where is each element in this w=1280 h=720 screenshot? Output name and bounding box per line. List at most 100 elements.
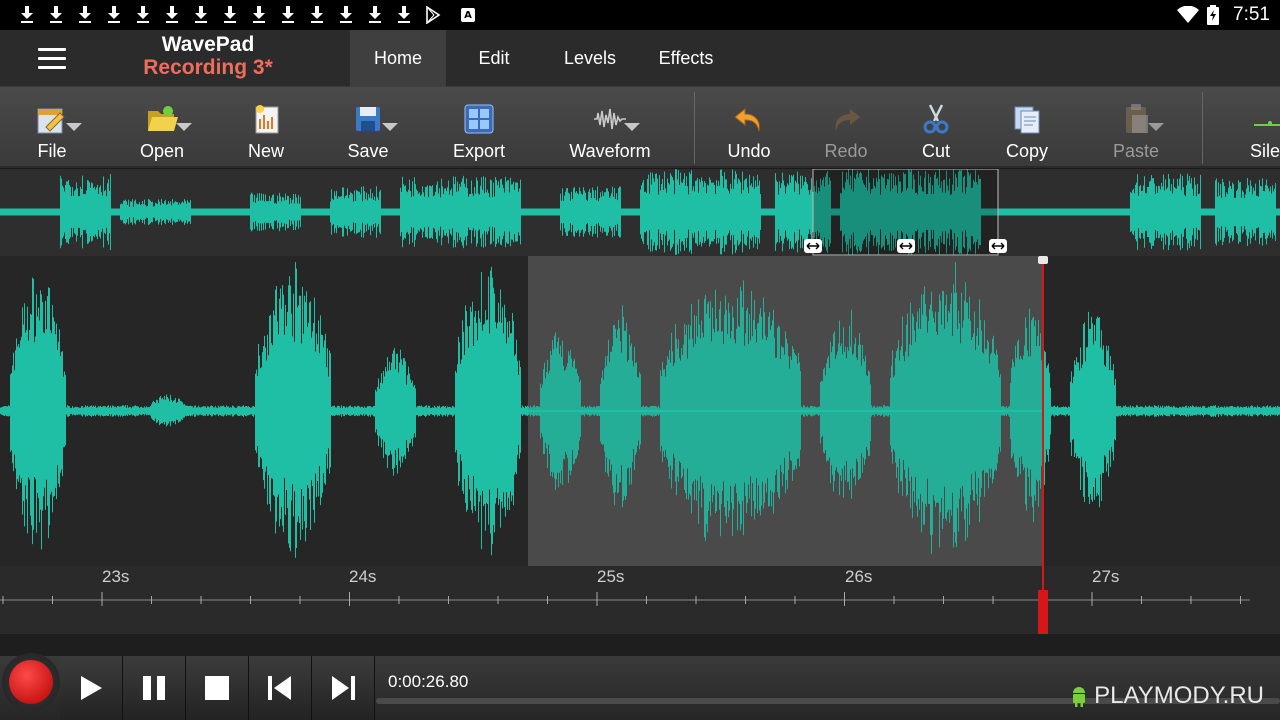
cut-label: Cut [921,141,950,161]
download-icon [244,0,273,30]
resize-handle-icon[interactable] [897,239,915,253]
a-badge-icon: A [461,8,475,22]
main-waveform[interactable] [0,256,1280,566]
paste-button[interactable]: Paste [1104,87,1168,168]
copy-label: Copy [1005,141,1049,161]
wifi-icon [1177,6,1200,23]
new-button[interactable]: New [238,87,294,168]
menu-icon[interactable] [38,48,66,70]
redo-label: Redo [824,141,868,161]
download-icon [70,0,99,30]
download-icon [360,0,389,30]
download-icon [389,0,418,30]
transport-controls [60,656,375,720]
transport-bar: 0:00:26.80 PLAYMODY.RU [0,634,1280,720]
status-right: 7:51 [1177,0,1270,30]
download-icon [302,0,331,30]
new-file-icon [248,101,284,137]
timeline-ticks [0,566,1250,634]
download-icon [186,0,215,30]
download-icon [331,0,360,30]
record-button[interactable] [0,646,62,718]
waveform-label: Waveform [569,141,651,161]
tab-levels[interactable]: Levels [542,30,638,87]
play-icon [81,676,102,700]
download-icon [12,0,41,30]
tab-effects[interactable]: Effects [638,30,734,87]
playhead-marker[interactable] [1038,590,1048,634]
file-name: Recording 3* [143,56,273,79]
paste-label: Paste [1112,141,1160,161]
download-icon [215,0,244,30]
tab-home[interactable]: Home [350,30,446,87]
toolbar-divider [1202,92,1203,164]
main-waveform-graphic [0,256,1280,566]
file-label: File [37,141,67,161]
waveform-button[interactable]: Waveform [568,87,652,168]
notification-icons: A [0,0,475,30]
redo-button[interactable]: Redo [818,87,874,168]
undo-label: Undo [727,141,771,161]
status-clock: 7:51 [1233,4,1270,25]
app-bar: WavePad Recording 3* Home Edit Levels Ef… [0,30,1280,87]
record-icon [9,660,53,704]
silence-icon [1252,101,1280,137]
pause-button[interactable] [123,656,186,720]
toolbar: File Open New Save Export Waveform Undo … [0,87,1280,168]
play-store-icon [418,0,447,30]
silence-button[interactable]: Silen [1240,87,1280,168]
waveform-icon [592,101,628,137]
play-button[interactable] [60,656,123,720]
tab-edit[interactable]: Edit [446,30,542,87]
save-icon [350,101,386,137]
undo-icon [731,101,767,137]
pause-icon [143,676,165,700]
file-icon [34,101,70,137]
copy-icon [1009,101,1045,137]
watermark-text: PLAYMODY.RU [1094,682,1264,709]
stop-button[interactable] [186,656,249,720]
watermark: PLAYMODY.RU [1070,682,1264,710]
open-button[interactable]: Open [130,87,194,168]
playhead-handle[interactable] [1038,256,1048,264]
paste-icon [1118,101,1154,137]
download-icon [99,0,128,30]
resize-handle-icon[interactable] [804,239,822,253]
android-icon [1073,687,1086,707]
status-bar: A 7:51 [0,0,1280,30]
download-icon [157,0,186,30]
download-icon [41,0,70,30]
export-icon [461,101,497,137]
tab-bar: Home Edit Levels Effects [350,30,734,87]
stop-icon [205,676,229,700]
app-name: WavePad [161,33,255,56]
redo-icon [828,101,864,137]
export-button[interactable]: Export [448,87,510,168]
download-icon [273,0,302,30]
scissors-icon [918,101,954,137]
undo-button[interactable]: Undo [722,87,776,168]
save-label: Save [347,141,389,161]
folder-open-icon [144,101,180,137]
overview-waveform[interactable] [0,169,1280,256]
timeline-ruler[interactable]: 23s 24s 25s 26s 27s [0,566,1280,634]
position-time: 0:00:26.80 [388,672,469,691]
silence-label: Silen [1249,141,1280,161]
overview-waveform-graphic [0,169,1280,256]
app-title: WavePad Recording 3* [118,34,298,80]
skip-end-button[interactable] [312,656,375,720]
resize-handle-icon[interactable] [989,239,1007,253]
save-button[interactable]: Save [336,87,400,168]
download-icon [128,0,157,30]
cut-button[interactable]: Cut [914,87,958,168]
new-label: New [247,141,284,161]
battery-icon [1207,5,1220,25]
toolbar-divider [694,92,695,164]
copy-button[interactable]: Copy [1002,87,1052,168]
skip-start-icon [268,676,291,700]
file-button[interactable]: File [20,87,84,168]
skip-start-button[interactable] [249,656,312,720]
open-label: Open [139,141,185,161]
export-label: Export [452,141,506,161]
skip-end-icon [332,676,355,700]
